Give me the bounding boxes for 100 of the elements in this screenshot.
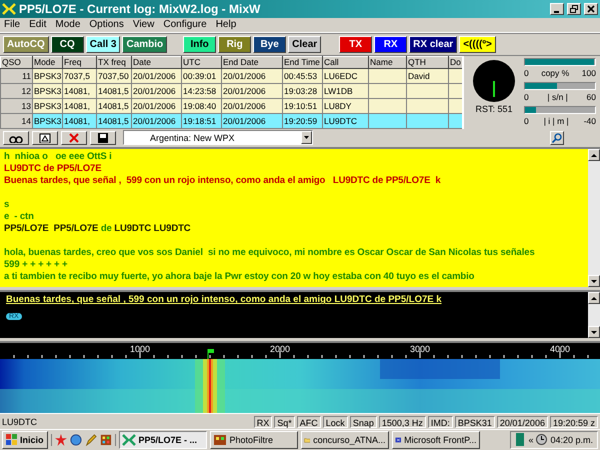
column-header[interactable]: QSO [0, 56, 32, 68]
status-field[interactable]: Snap [350, 416, 377, 428]
status-field[interactable]: IMD: [428, 416, 453, 428]
table-cell: 13 [22, 100, 31, 111]
taskbar-button[interactable]: Microsoft FrontP... [392, 430, 480, 449]
grid-icon [212, 434, 227, 446]
column-header[interactable]: Name [368, 56, 406, 68]
clock-text: 04:20 p.m. [550, 434, 593, 445]
status-field[interactable]: BPSK31 [454, 416, 495, 428]
status-field[interactable]: 1500,3 Hz [378, 416, 426, 428]
column-header[interactable]: Mode [32, 56, 62, 68]
column-header[interactable]: QTH [406, 56, 448, 68]
meter-label: copy % [541, 68, 570, 78]
status-field[interactable]: Lock [322, 416, 348, 428]
restore-icon [570, 5, 578, 14]
taskbar-button[interactable]: concurso_ATNA... [300, 430, 389, 449]
find-button[interactable] [3, 130, 29, 145]
log-row[interactable]: 14 BPSK3 14081, 14081,5 20/01/2006 19:18:51 20/01/2006 19:20:59 LU9DTC [0, 113, 462, 128]
meter-label: | i | m | [544, 116, 569, 126]
status-field[interactable]: 20/01/2006 [496, 416, 548, 428]
table-cell: 12 [22, 86, 31, 96]
toolbar-button[interactable]: TX [339, 36, 372, 53]
pen-icon[interactable] [84, 434, 97, 446]
meter-min: 0 [524, 92, 529, 102]
toolbar-button[interactable]: RX [374, 36, 408, 53]
column-header[interactable]: End Date [222, 56, 282, 68]
menu-item[interactable]: Configure [163, 19, 207, 30]
table-cell: 14081, [64, 116, 90, 126]
menu-item[interactable]: Options [89, 19, 124, 30]
table-cell: David [408, 70, 430, 81]
table-cell: 20/01/2006 [133, 86, 176, 96]
star-icon[interactable] [54, 434, 67, 446]
scale-label: 3000 [410, 344, 430, 354]
taskbar-button[interactable]: PP5/LO7E - ... [118, 430, 207, 449]
toolbar-button[interactable]: Call 3 [86, 36, 120, 53]
column-header[interactable]: UTC [182, 56, 222, 68]
menu-item[interactable]: Mode [55, 19, 80, 30]
start-button[interactable]: Inicio [2, 430, 48, 449]
grid-icon[interactable] [100, 434, 112, 446]
meter-label: | s/n | [547, 92, 568, 102]
status-field[interactable]: AFC [296, 416, 321, 428]
column-header[interactable]: Do [448, 56, 462, 68]
toolbar-button[interactable]: <((((º> [459, 36, 496, 53]
window-icon [38, 132, 52, 143]
toolbar-button[interactable]: Cambio [122, 36, 168, 53]
table-cell: 19:20:59 [284, 116, 318, 126]
globe-icon[interactable] [70, 434, 82, 446]
clock-icon[interactable] [536, 434, 548, 446]
scrollbar[interactable] [588, 292, 600, 338]
text-line: Buenas tardes, que señal , 599 con un rojo intenso, como anda el amigo LU9DTC de PP5/LO7E k [4, 175, 442, 188]
status-field[interactable]: Sq* [274, 416, 295, 428]
table-cell: 7037,50 [98, 70, 129, 81]
text-line: PP5/LO7E PP5/LO7E de LU9DTC LU9DTC [4, 223, 192, 236]
column-header[interactable]: Call [322, 56, 368, 68]
text-line: a ti tambien te recibo muy fuerte, yo ahora baje la Pwr estoy con 20 w hoy estaba con 40 tuyo es el cambio [4, 271, 476, 284]
log-row[interactable]: 13 BPSK3 14081, 14081,5 20/01/2006 19:08:40 20/01/2006 19:10:51 LU8DY [0, 98, 462, 114]
status-field[interactable]: RX [254, 416, 272, 428]
menu-item[interactable]: File [4, 19, 20, 30]
table-cell: BPSK3 [34, 86, 62, 96]
table-cell: 20/01/2006 [133, 100, 176, 111]
dropdown-field[interactable]: Argentina: New WPX [123, 130, 313, 146]
table-cell: BPSK3 [34, 70, 62, 81]
form-button[interactable] [32, 130, 58, 145]
table-cell: 19:03:28 [284, 86, 318, 96]
column-header[interactable]: Freq [62, 56, 96, 68]
toolbar-button[interactable]: Rig [218, 36, 252, 53]
toolbar-button[interactable]: Info [183, 36, 216, 53]
toolbar-button[interactable]: Bye [253, 36, 286, 53]
table-cell: LU9DTC [324, 116, 358, 126]
close-button[interactable] [584, 3, 598, 16]
minimize-button[interactable] [550, 3, 564, 16]
menu-item[interactable]: Edit [29, 19, 46, 30]
taskbar-button[interactable]: PhotoFiltre [210, 430, 298, 449]
delete-button[interactable] [61, 130, 87, 145]
search-icon [552, 132, 562, 143]
column-header[interactable]: TX freq [96, 56, 132, 68]
menu-item[interactable]: Help [216, 19, 236, 30]
meter-max: 100 [582, 68, 596, 78]
toolbar-button[interactable]: Clear [288, 36, 322, 53]
text-line: e - ctn [4, 211, 35, 224]
tray-app-icon[interactable] [515, 433, 526, 446]
table-cell: 20/01/2006 [223, 86, 266, 96]
scrollbar[interactable] [588, 149, 600, 288]
column-header[interactable]: Date [132, 56, 182, 68]
toolbar-button[interactable]: CQ [50, 36, 84, 53]
transmit-text[interactable]: Buenas tardes, que señal , 599 con un rojo intenso, como anda el amigo LU9DTC de PP5/LO7E k [6, 294, 582, 306]
status-field[interactable]: 19:20:59 z [550, 416, 598, 428]
tray-expand-button[interactable]: « [528, 434, 534, 445]
search-button[interactable] [550, 130, 564, 145]
meter-max: -40 [584, 116, 596, 126]
toolbar-button[interactable]: RX clear [409, 36, 458, 53]
log-row[interactable]: 11 BPSK3 7037,5 7037,50 20/01/2006 00:39:01 20/01/2006 00:45:53 LU6EDC David [0, 68, 462, 84]
column-header[interactable]: End Time [282, 56, 322, 68]
table-cell: 14081, [64, 100, 90, 111]
rst-reading: RST: 551 [475, 104, 513, 114]
table-cell: 14 [22, 116, 31, 126]
restore-button[interactable] [567, 3, 581, 16]
menu-item[interactable]: View [132, 19, 154, 30]
save-button[interactable] [90, 130, 116, 145]
log-row[interactable]: 12 BPSK3 14081, 14081,5 20/01/2006 14:23:58 20/01/2006 19:03:28 LW1DB [0, 83, 462, 98]
